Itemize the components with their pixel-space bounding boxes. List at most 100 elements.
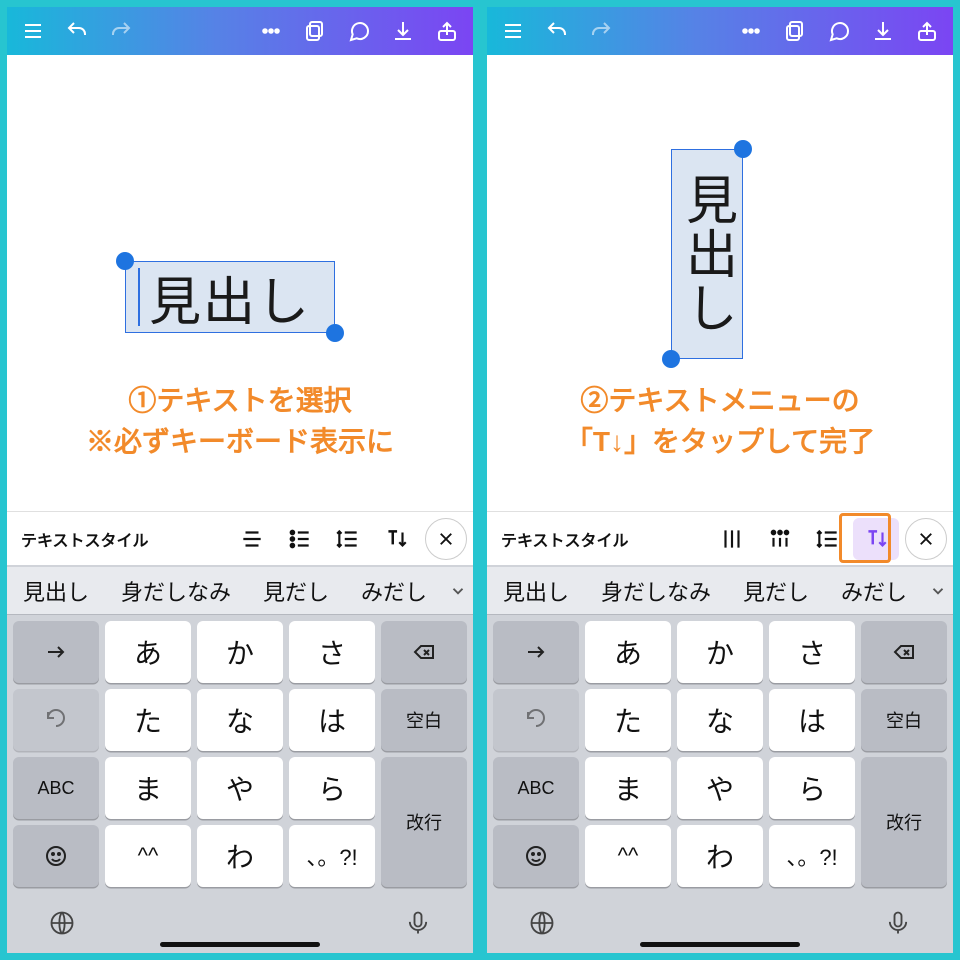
app-toolbar bbox=[7, 7, 473, 55]
key-na[interactable]: な bbox=[677, 689, 763, 751]
redo-icon[interactable] bbox=[579, 7, 623, 55]
download-icon[interactable] bbox=[381, 7, 425, 55]
key-emoji[interactable] bbox=[493, 825, 579, 887]
key-grid: あ か さ た な は 空白 ABC ま や ら 改行 ^^ わ 、。?! bbox=[487, 615, 953, 893]
key-ma[interactable]: ま bbox=[585, 757, 671, 819]
key-return[interactable]: 改行 bbox=[381, 757, 467, 887]
key-tab[interactable] bbox=[13, 621, 99, 683]
text-style-button[interactable]: テキストスタイル bbox=[13, 527, 157, 551]
text-vertical-icon[interactable] bbox=[373, 518, 419, 560]
list-bullets-icon[interactable] bbox=[277, 518, 323, 560]
key-return[interactable]: 改行 bbox=[861, 757, 947, 887]
key-undo[interactable] bbox=[13, 689, 99, 751]
comment-icon[interactable] bbox=[817, 7, 861, 55]
key-na[interactable]: な bbox=[197, 689, 283, 751]
line-spacing-icon[interactable] bbox=[805, 518, 851, 560]
key-backspace[interactable] bbox=[861, 621, 947, 683]
prediction-item[interactable]: 見だし bbox=[727, 575, 825, 607]
key-kaomoji[interactable]: ^^ bbox=[585, 825, 671, 887]
app-toolbar bbox=[487, 7, 953, 55]
prediction-item[interactable]: 見出し bbox=[487, 575, 585, 607]
key-ka[interactable]: か bbox=[197, 621, 283, 683]
text-cursor bbox=[138, 268, 140, 326]
prediction-item[interactable]: みだし bbox=[345, 575, 443, 607]
pages-icon[interactable] bbox=[773, 7, 817, 55]
line-spacing-icon[interactable] bbox=[325, 518, 371, 560]
key-undo[interactable] bbox=[493, 689, 579, 751]
undo-icon[interactable] bbox=[535, 7, 579, 55]
key-space[interactable]: 空白 bbox=[861, 689, 947, 751]
key-abc[interactable]: ABC bbox=[493, 757, 579, 819]
key-ka[interactable]: か bbox=[677, 621, 763, 683]
prediction-item[interactable]: 見出し bbox=[7, 575, 105, 607]
prediction-item[interactable]: 身だしなみ bbox=[585, 575, 727, 607]
canvas[interactable]: 見出し ①テキストを選択 ※必ずキーボード表示に bbox=[7, 55, 473, 511]
key-emoji[interactable] bbox=[13, 825, 99, 887]
resize-handle-bl[interactable] bbox=[662, 350, 680, 368]
text-vertical-icon[interactable] bbox=[853, 518, 899, 560]
key-punct[interactable]: 、。?! bbox=[769, 825, 855, 887]
redo-icon[interactable] bbox=[99, 7, 143, 55]
close-toolbar-icon[interactable] bbox=[425, 518, 467, 560]
resize-handle-tl[interactable] bbox=[116, 252, 134, 270]
menu-icon[interactable] bbox=[491, 7, 535, 55]
resize-handle-br[interactable] bbox=[326, 324, 344, 342]
key-wa[interactable]: わ bbox=[197, 825, 283, 887]
more-icon[interactable] bbox=[729, 7, 773, 55]
key-abc[interactable]: ABC bbox=[13, 757, 99, 819]
collapse-predictions-icon[interactable] bbox=[923, 567, 953, 615]
selected-text-box[interactable]: 見出し bbox=[125, 261, 335, 333]
key-sa[interactable]: さ bbox=[769, 621, 855, 683]
key-a[interactable]: あ bbox=[585, 621, 671, 683]
text-style-button[interactable]: テキストスタイル bbox=[493, 527, 637, 551]
comment-icon[interactable] bbox=[337, 7, 381, 55]
key-tab[interactable] bbox=[493, 621, 579, 683]
more-icon[interactable] bbox=[249, 7, 293, 55]
key-space[interactable]: 空白 bbox=[381, 689, 467, 751]
share-icon[interactable] bbox=[905, 7, 949, 55]
key-ta[interactable]: た bbox=[105, 689, 191, 751]
key-a[interactable]: あ bbox=[105, 621, 191, 683]
key-ra[interactable]: ら bbox=[289, 757, 375, 819]
key-ha[interactable]: は bbox=[769, 689, 855, 751]
key-ha[interactable]: は bbox=[289, 689, 375, 751]
canvas[interactable]: 見出し ②テキストメニューの 「T↓」をタップして完了 bbox=[487, 55, 953, 511]
prediction-item[interactable]: 身だしなみ bbox=[105, 575, 247, 607]
collapse-predictions-icon[interactable] bbox=[443, 567, 473, 615]
mic-icon[interactable] bbox=[399, 904, 437, 942]
dots-grid-icon[interactable] bbox=[757, 518, 803, 560]
key-backspace[interactable] bbox=[381, 621, 467, 683]
globe-icon[interactable] bbox=[523, 904, 561, 942]
home-indicator bbox=[160, 942, 320, 947]
key-ya[interactable]: や bbox=[197, 757, 283, 819]
align-bars-icon[interactable] bbox=[709, 518, 755, 560]
key-punct[interactable]: 、。?! bbox=[289, 825, 375, 887]
text-format-toolbar: テキストスタイル bbox=[7, 511, 473, 565]
share-icon[interactable] bbox=[425, 7, 469, 55]
software-keyboard: 見出し 身だしなみ 見だし みだし あ か さ た な は 空白 ABC ま や… bbox=[7, 565, 473, 953]
key-wa[interactable]: わ bbox=[677, 825, 763, 887]
globe-icon[interactable] bbox=[43, 904, 81, 942]
key-sa[interactable]: さ bbox=[289, 621, 375, 683]
align-icon[interactable] bbox=[229, 518, 275, 560]
undo-icon[interactable] bbox=[55, 7, 99, 55]
text-content: 見出し bbox=[670, 173, 745, 335]
key-ta[interactable]: た bbox=[585, 689, 671, 751]
text-format-toolbar: テキストスタイル bbox=[487, 511, 953, 565]
key-kaomoji[interactable]: ^^ bbox=[105, 825, 191, 887]
close-toolbar-icon[interactable] bbox=[905, 518, 947, 560]
pages-icon[interactable] bbox=[293, 7, 337, 55]
prediction-item[interactable]: 見だし bbox=[247, 575, 345, 607]
key-grid: あ か さ た な は 空白 ABC ま や ら 改行 ^^ わ 、。?! bbox=[7, 615, 473, 893]
prediction-bar: 見出し 身だしなみ 見だし みだし bbox=[487, 567, 953, 615]
selected-text-box-vertical[interactable]: 見出し bbox=[671, 149, 743, 359]
key-ra[interactable]: ら bbox=[769, 757, 855, 819]
resize-handle-tr[interactable] bbox=[734, 140, 752, 158]
key-ya[interactable]: や bbox=[677, 757, 763, 819]
menu-icon[interactable] bbox=[11, 7, 55, 55]
download-icon[interactable] bbox=[861, 7, 905, 55]
prediction-item[interactable]: みだし bbox=[825, 575, 923, 607]
mic-icon[interactable] bbox=[879, 904, 917, 942]
home-indicator bbox=[640, 942, 800, 947]
key-ma[interactable]: ま bbox=[105, 757, 191, 819]
